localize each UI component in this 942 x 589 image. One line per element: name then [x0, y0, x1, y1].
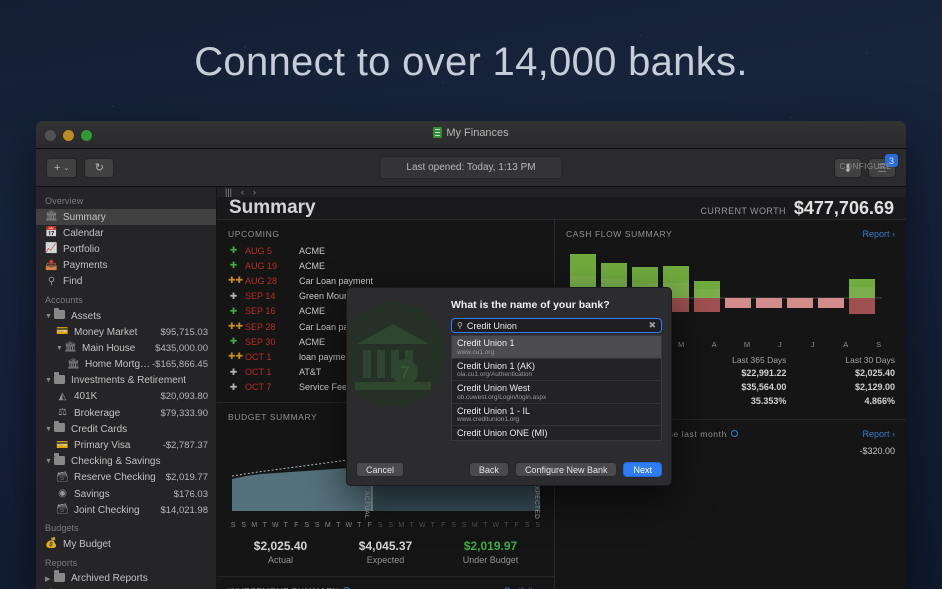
app-window: My Finances + ⌄ ↻ Last opened: Today, 1:…: [36, 121, 906, 589]
bank-url: ob.cuwest.org/Login/login.aspx: [457, 394, 656, 401]
next-button[interactable]: Next: [623, 462, 662, 477]
dialog-question: What is the name of your bank?: [451, 299, 662, 311]
bank-search-input[interactable]: [467, 321, 645, 331]
svg-text:7: 7: [400, 363, 409, 382]
list-item[interactable]: Credit Union West ob.cuwest.org/Login/lo…: [452, 381, 661, 404]
bank-glyph-icon: 7: [346, 302, 445, 406]
bank-url: www.creditunion1.org: [457, 416, 656, 423]
bank-search-field[interactable]: ⚲ ✖: [451, 318, 662, 333]
back-button[interactable]: Back: [469, 462, 509, 477]
list-item[interactable]: Credit Union 1 www.cu1.org: [452, 336, 661, 359]
dialog-footer: Cancel Back Configure New Bank Next: [356, 462, 662, 477]
bank-search-dialog: 7 What is the name of your bank? ⚲ ✖ Cre…: [346, 287, 672, 486]
bank-results-list[interactable]: Credit Union 1 www.cu1.org Credit Union …: [451, 335, 662, 441]
list-item[interactable]: Credit Union 1 (AK) ola.cu1.org/Authenti…: [452, 359, 661, 382]
bank-url: ola.cu1.org/Authentication: [457, 371, 656, 378]
bank-url: www.cu1.org: [457, 349, 656, 356]
bank-name: Credit Union ONE (MI): [457, 428, 656, 438]
clear-icon[interactable]: ✖: [648, 320, 656, 331]
search-icon: ⚲: [457, 321, 463, 330]
bank-name: Credit Union 1 (AK): [457, 361, 656, 371]
list-item[interactable]: Credit Union ONE (MI) www.cuone.org/: [452, 426, 661, 441]
bank-url: www.cuone.org/: [457, 439, 656, 442]
bank-name: Credit Union 1 - IL: [457, 406, 656, 416]
cancel-button[interactable]: Cancel: [356, 462, 404, 477]
bank-logo-icon: 7: [346, 302, 445, 406]
dialog-content: What is the name of your bank? ⚲ ✖ Credi…: [451, 299, 662, 441]
list-item[interactable]: Credit Union 1 - IL www.creditunion1.org: [452, 404, 661, 427]
hero-headline: Connect to over 14,000 banks.: [0, 40, 942, 85]
bank-name: Credit Union 1: [457, 338, 656, 348]
configure-new-bank-button[interactable]: Configure New Bank: [515, 462, 618, 477]
bank-name: Credit Union West: [457, 383, 656, 393]
